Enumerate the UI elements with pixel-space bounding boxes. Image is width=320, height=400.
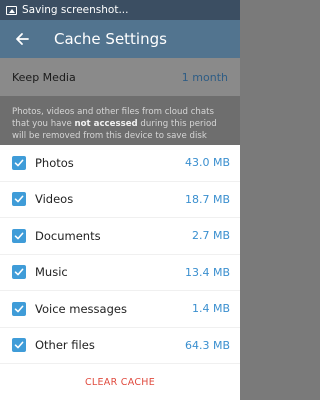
cache-item-size: 64.3 MB (184, 338, 230, 352)
check-icon (14, 305, 24, 313)
status-bar: Saving screenshot... (0, 0, 240, 20)
app-bar: Cache Settings (0, 20, 240, 58)
checkbox[interactable] (12, 155, 26, 170)
cache-item-row[interactable]: Other files 64.3 MB (0, 328, 240, 364)
keep-media-description: Photos, videos and other files from clou… (0, 96, 240, 146)
check-icon (14, 195, 24, 203)
cache-item-label: Voice messages (35, 301, 127, 316)
back-arrow-icon (16, 33, 29, 45)
check-icon (14, 159, 24, 167)
keep-media-value: 1 month (181, 70, 228, 84)
status-text: Saving screenshot... (22, 4, 129, 16)
cache-item-size: 2.7 MB (191, 229, 230, 243)
clear-cache-button[interactable]: CLEAR CACHE (0, 364, 240, 400)
cache-item-row[interactable]: Documents 2.7 MB (0, 218, 240, 255)
check-icon (14, 341, 24, 349)
checkbox[interactable] (12, 265, 26, 280)
cache-items-list: Photos 43.0 MB Videos 18.7 MB Documents 2.7 M… (0, 145, 240, 364)
cache-item-label: Music (35, 265, 68, 280)
cache-item-size: 1.4 MB (191, 302, 230, 316)
cache-item-label: Photos (35, 155, 74, 170)
checkbox[interactable] (12, 228, 26, 243)
cache-item-label: Documents (35, 228, 101, 243)
page-title: Cache Settings (54, 30, 167, 48)
checkbox[interactable] (12, 338, 26, 353)
cache-item-label: Other files (35, 338, 95, 353)
cache-item-size: 13.4 MB (184, 265, 230, 279)
info-text-bold: not accessed (74, 119, 138, 129)
cache-item-row[interactable]: Videos 18.7 MB (0, 182, 240, 218)
checkbox[interactable] (12, 301, 26, 316)
check-icon (14, 268, 24, 276)
clear-cache-sheet: Photos 43.0 MB Videos 18.7 MB Documents 2.7 M… (0, 145, 240, 400)
checkbox[interactable] (12, 192, 26, 207)
check-icon (14, 232, 24, 240)
back-button[interactable] (0, 20, 44, 58)
cache-item-size: 18.7 MB (184, 192, 230, 206)
cache-item-row[interactable]: Voice messages 1.4 MB (0, 291, 240, 328)
keep-media-row[interactable]: Keep Media 1 month (0, 58, 240, 96)
keep-media-label: Keep Media (12, 70, 76, 84)
cache-item-label: Videos (35, 192, 74, 207)
image-icon (6, 5, 17, 15)
cache-item-row[interactable]: Music 13.4 MB (0, 255, 240, 291)
cache-item-row[interactable]: Photos 43.0 MB (0, 145, 240, 182)
cache-item-size: 43.0 MB (184, 156, 230, 170)
clear-cache-label: CLEAR CACHE (84, 376, 156, 388)
